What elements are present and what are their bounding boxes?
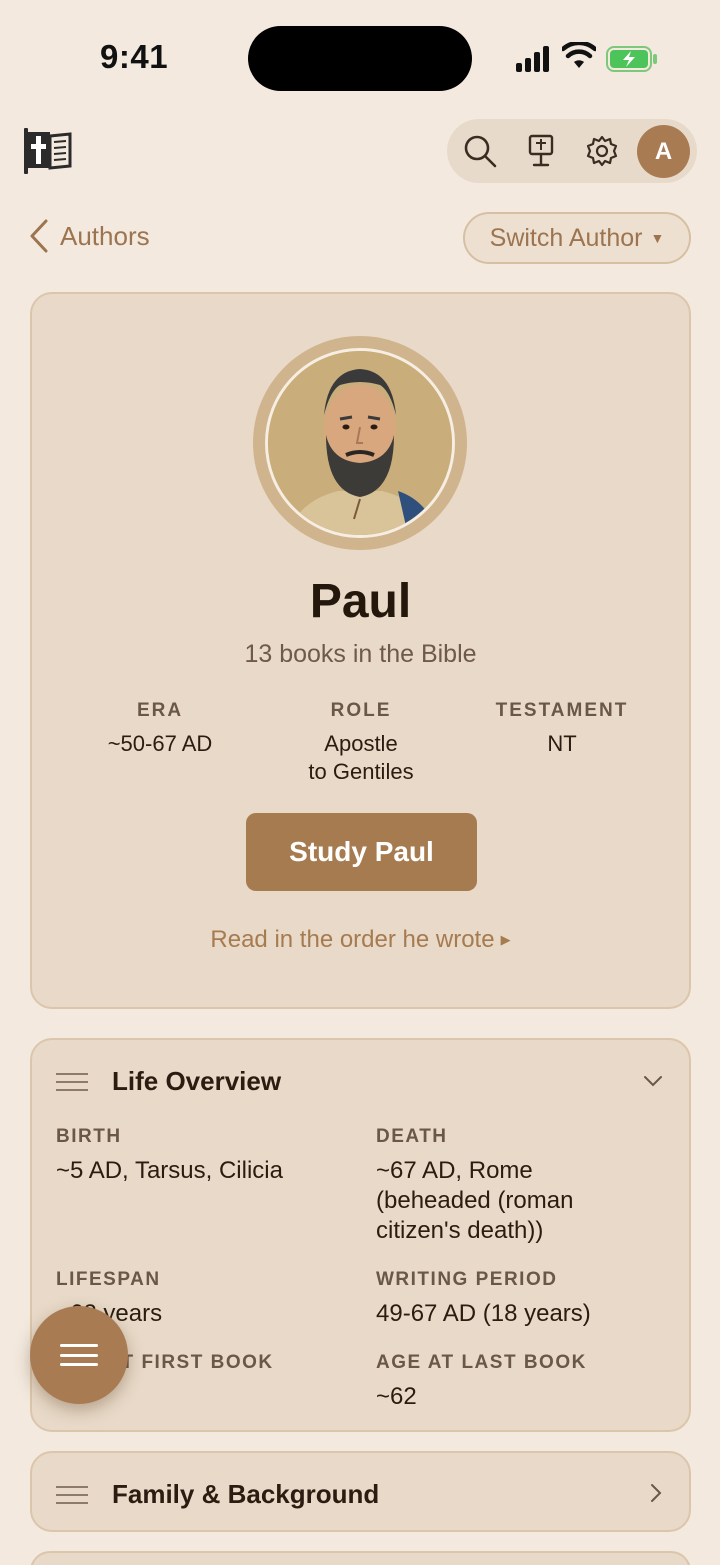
- status-time: 9:41: [100, 38, 169, 75]
- field-value: ~62: [376, 1383, 417, 1410]
- field-label: BIRTH: [56, 1126, 122, 1147]
- field-value: ~67 AD, Rome (beheaded (roman citizen's …: [376, 1157, 574, 1244]
- podium-icon: [528, 134, 554, 167]
- stat-value: NT: [547, 731, 577, 756]
- top-toolbar: A: [447, 119, 697, 183]
- stat-value: Apostle to Gentiles: [308, 731, 414, 784]
- wifi-icon: [562, 42, 596, 68]
- life-overview-section: Life Overview BIRTH ~5 AD, Tarsus, Cilic…: [30, 1038, 691, 1432]
- field-age-last-book: AGE AT LAST BOOK ~62: [376, 1352, 676, 1412]
- field-birth: BIRTH ~5 AD, Tarsus, Cilicia: [56, 1126, 356, 1186]
- stat-label: ERA: [136, 700, 184, 721]
- cellular-signal-icon: [516, 46, 552, 72]
- avatar[interactable]: A: [637, 125, 690, 178]
- section-title: Family & Background: [112, 1479, 380, 1509]
- menu-icon: [60, 1344, 98, 1366]
- settings-button[interactable]: [582, 131, 622, 171]
- field-label: AGE AT LAST BOOK: [376, 1352, 587, 1373]
- read-order-link[interactable]: Read in the order he wrote ▶: [32, 926, 689, 954]
- read-order-label: Read in the order he wrote: [210, 926, 495, 953]
- switch-author-button[interactable]: Switch Author ▼: [463, 212, 691, 264]
- chevron-right-icon[interactable]: [649, 1483, 663, 1503]
- battery-icon: [606, 46, 657, 72]
- stat-role: ROLE Apostle to Gentiles: [261, 700, 461, 786]
- author-name: Paul: [309, 575, 412, 628]
- podium-button[interactable]: [521, 131, 561, 171]
- next-section-card[interactable]: [30, 1551, 691, 1565]
- caret-right-icon: ▶: [500, 932, 511, 947]
- caret-down-icon: ▼: [650, 230, 665, 246]
- switch-author-label: Switch Author: [489, 223, 643, 252]
- gear-icon: [586, 135, 618, 167]
- field-value: 49-67 AD (18 years): [376, 1300, 591, 1327]
- study-author-button[interactable]: Study Paul: [246, 813, 477, 891]
- section-title: Life Overview: [112, 1066, 282, 1096]
- field-label: WRITING PERIOD: [376, 1269, 558, 1290]
- portrait-ring: [253, 336, 467, 550]
- stat-value: ~50-67 AD: [107, 731, 213, 756]
- author-book-count: 13 books in the Bible: [244, 640, 477, 668]
- stat-era: ERA ~50-67 AD: [60, 700, 260, 758]
- stat-label: ROLE: [330, 700, 392, 721]
- field-label: LIFESPAN: [56, 1269, 161, 1290]
- life-overview-header[interactable]: Life Overview: [56, 1066, 281, 1097]
- stat-label: TESTAMENT: [495, 700, 629, 721]
- field-label: DEATH: [376, 1126, 448, 1147]
- search-icon: [464, 135, 497, 168]
- drag-handle-icon[interactable]: [56, 1072, 88, 1091]
- family-background-section[interactable]: Family & Background: [30, 1451, 691, 1532]
- chevron-down-icon[interactable]: [643, 1074, 663, 1088]
- back-label: Authors: [60, 220, 150, 251]
- drag-handle-icon[interactable]: [56, 1485, 88, 1504]
- search-button[interactable]: [460, 131, 500, 171]
- field-writing-period: WRITING PERIOD 49-67 AD (18 years): [376, 1269, 676, 1329]
- dynamic-island: [248, 26, 472, 91]
- back-button[interactable]: Authors: [28, 218, 150, 254]
- field-death: DEATH ~67 AD, Rome (beheaded (roman citi…: [376, 1126, 636, 1246]
- field-value: ~5 AD, Tarsus, Cilicia: [56, 1157, 283, 1184]
- status-bar: 9:41: [0, 0, 720, 110]
- stat-testament: TESTAMENT NT: [462, 700, 662, 758]
- chevron-left-icon: [30, 219, 48, 253]
- family-background-header[interactable]: Family & Background: [56, 1479, 379, 1510]
- menu-fab-button[interactable]: [30, 1306, 128, 1404]
- bible-scroll-logo-icon[interactable]: [20, 124, 74, 178]
- author-portrait: [265, 348, 455, 538]
- author-hero-card: Paul 13 books in the Bible ERA ~50-67 AD…: [30, 292, 691, 1009]
